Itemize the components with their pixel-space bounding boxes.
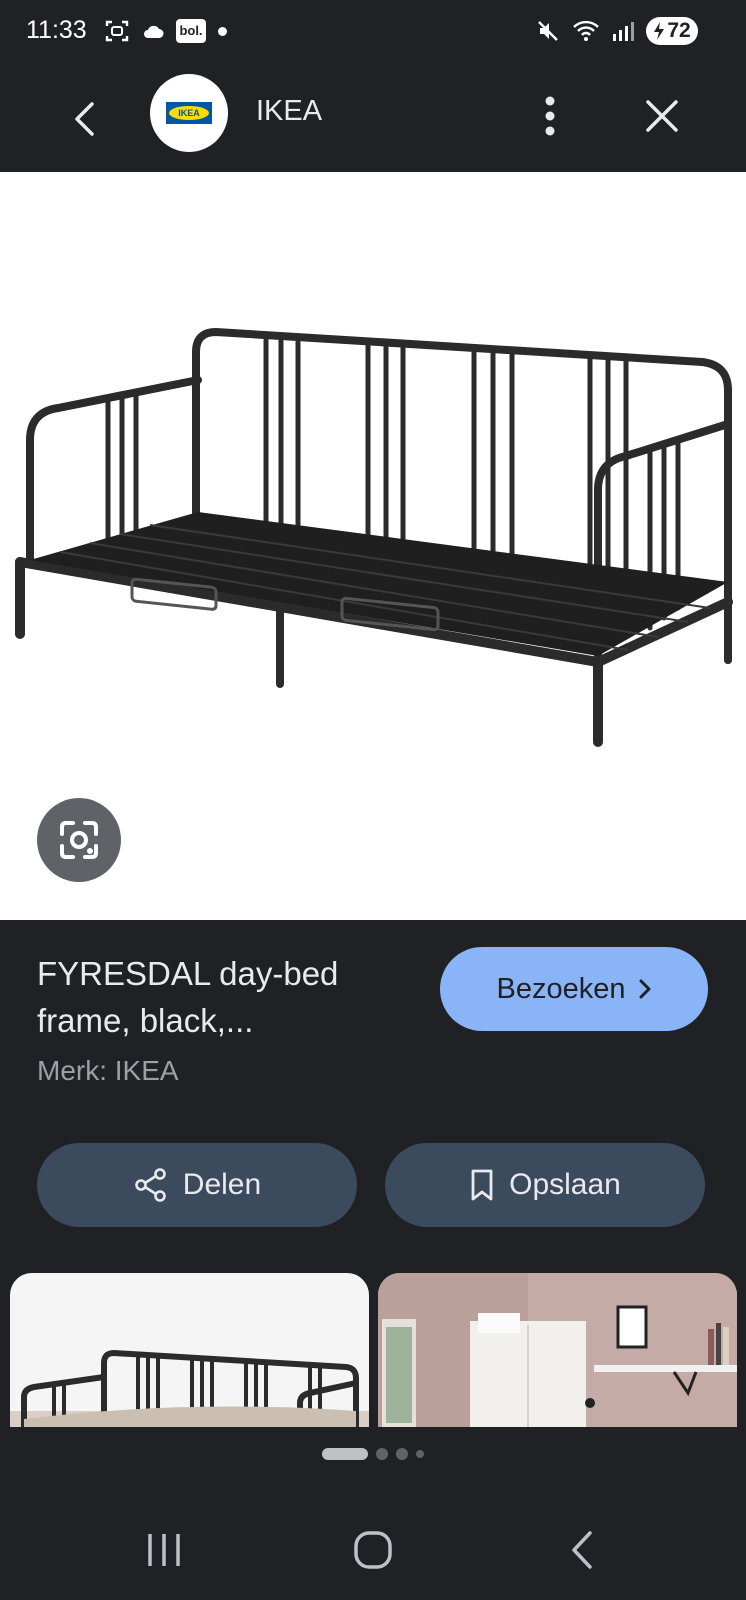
related-daybed-thumbnail: [10, 1349, 369, 1427]
recent-apps-icon: [148, 1534, 180, 1566]
status-left-icons: bol.: [104, 18, 227, 44]
daybed-image: [15, 327, 733, 747]
back-button[interactable]: [64, 94, 104, 144]
product-image[interactable]: [0, 172, 746, 920]
home-icon: [354, 1531, 392, 1569]
share-button-label: Delen: [182, 1168, 262, 1201]
save-button[interactable]: Opslaan: [385, 1143, 705, 1227]
chevron-right-icon: [639, 979, 650, 999]
top-bar: IKEA IKEA: [0, 66, 746, 172]
bookmark-icon: [471, 1169, 493, 1201]
wifi-icon: [573, 20, 599, 41]
notification-dot-icon: [218, 26, 227, 36]
recent-apps-button[interactable]: [129, 1520, 199, 1580]
ikea-logo: IKEA: [166, 102, 212, 124]
related-image-2[interactable]: [378, 1273, 737, 1427]
product-title[interactable]: FYRESDAL day-bed frame, black,...: [37, 950, 407, 1044]
visit-button-label: Bezoeken: [496, 972, 626, 1005]
related-image-1[interactable]: [10, 1273, 369, 1427]
pager-dot-active: [322, 1448, 368, 1460]
system-nav-bar: [0, 1502, 746, 1600]
back-arrow-icon: [572, 1531, 592, 1569]
site-avatar[interactable]: IKEA: [150, 74, 228, 152]
battery-indicator: 72: [646, 17, 698, 45]
home-button[interactable]: [338, 1520, 408, 1580]
image-pager: [0, 1448, 746, 1460]
google-lens-button[interactable]: [37, 798, 121, 882]
pager-dot: [376, 1448, 388, 1460]
share-icon: [134, 1168, 166, 1202]
screenshot-icon: [105, 20, 129, 42]
status-time: 11:33: [26, 16, 87, 44]
bol-app-icon: bol.: [176, 19, 206, 43]
share-button[interactable]: Delen: [37, 1143, 357, 1227]
status-bar: 11:33 bol. 72: [0, 0, 746, 66]
brand-label: Merk: IKEA: [37, 1055, 179, 1086]
lens-icon: [60, 821, 98, 859]
cloud-icon: [144, 25, 164, 38]
close-icon: [646, 100, 678, 132]
pager-dot: [396, 1448, 408, 1460]
system-back-button[interactable]: [547, 1520, 617, 1580]
more-options-button[interactable]: [530, 90, 570, 142]
close-button[interactable]: [640, 90, 684, 142]
signal-icon: [613, 22, 634, 41]
battery-level: 72: [667, 19, 691, 42]
status-right-icons: 72: [536, 17, 698, 45]
chevron-left-icon: [75, 102, 94, 136]
related-room-thumbnail: [378, 1273, 737, 1427]
site-title: IKEA: [256, 95, 323, 127]
pager-dot: [416, 1450, 424, 1458]
charging-bolt-icon: [654, 22, 665, 40]
mute-icon: [538, 21, 558, 41]
more-vert-icon: [545, 96, 555, 136]
ikea-logo-text: IKEA: [178, 108, 200, 118]
visit-button[interactable]: Bezoeken: [440, 947, 708, 1031]
save-button-label: Opslaan: [509, 1168, 621, 1201]
